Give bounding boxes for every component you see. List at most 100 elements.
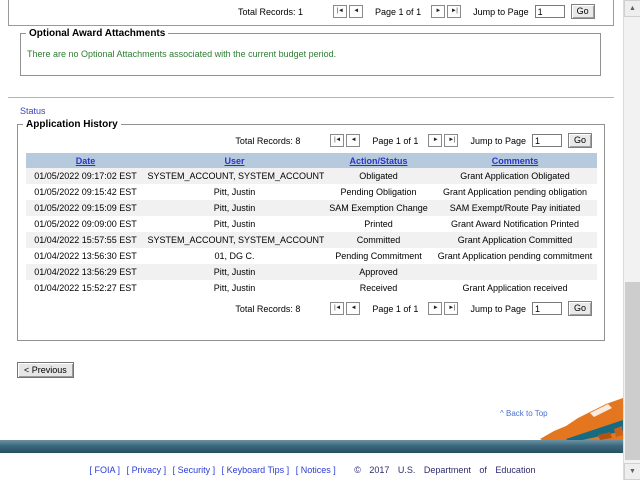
prev-page-button[interactable]: ◄: [349, 5, 363, 18]
next-page-icon: ►: [433, 137, 438, 143]
vertical-scrollbar[interactable]: ▲ ▼: [623, 0, 640, 480]
table-cell: [434, 264, 597, 280]
table-cell: SYSTEM_ACCOUNT, SYSTEM_ACCOUNT: [146, 168, 324, 184]
prev-page-icon: ◄: [353, 8, 358, 14]
table-cell: Approved: [324, 264, 434, 280]
prev-page-icon: ◄: [351, 305, 356, 311]
table-cell: Committed: [324, 232, 434, 248]
table-cell: Pitt, Justin: [146, 216, 324, 232]
last-page-button[interactable]: ►|: [444, 134, 458, 147]
application-history-legend: Application History: [23, 119, 121, 130]
go-button[interactable]: Go: [571, 4, 595, 19]
total-records-label: Total Records: 1: [238, 7, 303, 17]
application-history-table: Date User Action/Status Comments 01/05/2…: [26, 153, 597, 296]
table-row: 01/05/2022 09:09:00 ESTPitt, JustinPrint…: [26, 216, 597, 232]
last-page-button[interactable]: ►|: [447, 5, 461, 18]
page-indicator: Page 1 of 1: [375, 7, 421, 17]
page-number-input[interactable]: [532, 134, 562, 147]
corner-artwork-image: [540, 395, 623, 441]
table-row: 01/05/2022 09:17:02 ESTSYSTEM_ACCOUNT, S…: [26, 168, 597, 184]
next-page-button[interactable]: ►: [428, 302, 442, 315]
column-header-user[interactable]: User: [146, 153, 324, 168]
column-header-comments[interactable]: Comments: [434, 153, 597, 168]
application-history-fieldset: Application History Total Records: 8 |◄ …: [17, 119, 605, 341]
next-page-icon: ►: [435, 8, 440, 14]
first-page-button[interactable]: |◄: [330, 302, 344, 315]
page-number-input[interactable]: [532, 302, 562, 315]
table-cell: Pending Commitment: [324, 248, 434, 264]
table-cell: Received: [324, 280, 434, 296]
table-header-row: Date User Action/Status Comments: [26, 153, 597, 168]
table-row: 01/05/2022 09:15:42 ESTPitt, JustinPendi…: [26, 184, 597, 200]
total-records-label: Total Records: 8: [235, 304, 300, 314]
table-cell: Grant Application pending commitment: [434, 248, 597, 264]
first-page-icon: |◄: [334, 305, 341, 311]
copyright-text: © 2017 U.S. Department of Education: [354, 465, 535, 475]
scroll-up-button[interactable]: ▲: [624, 0, 640, 17]
table-cell: Printed: [324, 216, 434, 232]
footer-link-keyboard-tips[interactable]: [ Keyboard Tips ]: [222, 465, 290, 475]
table-cell: 01/04/2022 13:56:30 EST: [26, 248, 146, 264]
jump-to-page-label: Jump to Page: [470, 136, 526, 146]
prev-page-button[interactable]: ◄: [346, 302, 360, 315]
last-page-icon: ►|: [451, 8, 458, 14]
status-link[interactable]: Status: [20, 106, 46, 116]
last-page-icon: ►|: [448, 305, 455, 311]
last-page-button[interactable]: ►|: [444, 302, 458, 315]
table-row: 01/05/2022 09:15:09 ESTPitt, JustinSAM E…: [26, 200, 597, 216]
page-indicator: Page 1 of 1: [372, 136, 418, 146]
table-cell: 01/04/2022 15:57:55 EST: [26, 232, 146, 248]
table-cell: Grant Application Committed: [434, 232, 597, 248]
table-cell: Grant Application Obligated: [434, 168, 597, 184]
table-row: 01/04/2022 13:56:30 EST01, DG C.Pending …: [26, 248, 597, 264]
table-cell: Pitt, Justin: [146, 280, 324, 296]
table-cell: 01/04/2022 15:52:27 EST: [26, 280, 146, 296]
optional-attachments-fieldset: Optional Award Attachments There are no …: [20, 28, 601, 76]
first-page-button[interactable]: |◄: [333, 5, 347, 18]
page: Total Records: 1 |◄ ◄ Page 1 of 1 ► ►| J…: [0, 0, 640, 480]
go-button[interactable]: Go: [568, 133, 592, 148]
footer-link-foia[interactable]: [ FOIA ]: [90, 465, 121, 475]
prev-page-icon: ◄: [351, 137, 356, 143]
prev-page-button[interactable]: ◄: [346, 134, 360, 147]
next-page-icon: ►: [433, 305, 438, 311]
next-page-button[interactable]: ►: [431, 5, 445, 18]
previous-button[interactable]: < Previous: [17, 362, 74, 378]
table-cell: SYSTEM_ACCOUNT, SYSTEM_ACCOUNT: [146, 232, 324, 248]
section-divider: [8, 97, 614, 98]
table-cell: Grant Application pending obligation: [434, 184, 597, 200]
table-cell: 01/05/2022 09:15:09 EST: [26, 200, 146, 216]
next-page-button[interactable]: ►: [428, 134, 442, 147]
footer: [ FOIA ] [ Privacy ] [ Security ] [ Keyb…: [0, 465, 623, 475]
footer-link-security[interactable]: [ Security ]: [173, 465, 216, 475]
go-button[interactable]: Go: [568, 301, 592, 316]
table-cell: Pitt, Justin: [146, 264, 324, 280]
page-number-input[interactable]: [535, 5, 565, 18]
history-pagination-top: Total Records: 8 |◄ ◄ Page 1 of 1 ► ►| J…: [18, 133, 604, 148]
table-cell: Grant Award Notification Printed: [434, 216, 597, 232]
page-indicator: Page 1 of 1: [372, 304, 418, 314]
scroll-down-button[interactable]: ▼: [624, 463, 640, 480]
column-header-date[interactable]: Date: [26, 153, 146, 168]
scroll-down-icon: ▼: [629, 468, 636, 475]
table-cell: 01/05/2022 09:17:02 EST: [26, 168, 146, 184]
footer-link-privacy[interactable]: [ Privacy ]: [127, 465, 167, 475]
scrollbar-thumb[interactable]: [625, 282, 640, 460]
first-page-icon: |◄: [334, 137, 341, 143]
history-pagination-bottom: Total Records: 8 |◄ ◄ Page 1 of 1 ► ►| J…: [18, 301, 604, 316]
first-page-icon: |◄: [337, 8, 344, 14]
table-cell: Pending Obligation: [324, 184, 434, 200]
footer-link-notices[interactable]: [ Notices ]: [296, 465, 336, 475]
table-cell: SAM Exemption Change: [324, 200, 434, 216]
column-header-action-status[interactable]: Action/Status: [324, 153, 434, 168]
table-row: 01/04/2022 15:57:55 ESTSYSTEM_ACCOUNT, S…: [26, 232, 597, 248]
scroll-up-icon: ▲: [629, 5, 636, 12]
attachments-pagination: Total Records: 1 |◄ ◄ Page 1 of 1 ► ►| J…: [238, 4, 595, 19]
table-cell: SAM Exempt/Route Pay initiated: [434, 200, 597, 216]
table-row: 01/04/2022 15:52:27 ESTPitt, JustinRecei…: [26, 280, 597, 296]
last-page-icon: ►|: [448, 137, 455, 143]
jump-to-page-label: Jump to Page: [473, 7, 529, 17]
first-page-button[interactable]: |◄: [330, 134, 344, 147]
table-cell: Pitt, Justin: [146, 200, 324, 216]
table-cell: 01/05/2022 09:09:00 EST: [26, 216, 146, 232]
